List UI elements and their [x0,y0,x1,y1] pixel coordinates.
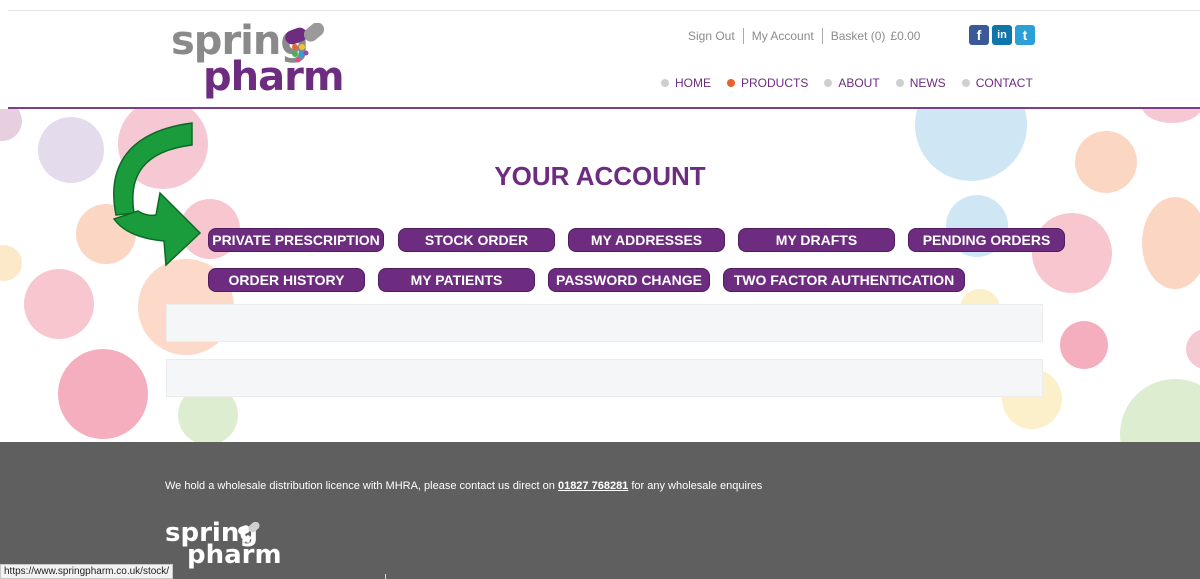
private-prescription-button[interactable]: PRIVATE PRESCRIPTION [209,229,383,251]
account-section: YOUR ACCOUNT PRIVATE PRESCRIPTION STOCK … [0,109,1200,442]
stock-order-button[interactable]: STOCK ORDER [399,229,554,251]
my-addresses-button[interactable]: MY ADDRESSES [569,229,724,251]
background-bubble [58,349,148,439]
background-bubble [24,269,94,339]
nav-news[interactable]: NEWS [895,76,946,90]
nav-dot-icon [961,79,970,87]
twitter-icon[interactable]: t [1015,25,1035,45]
wholesale-notice: We hold a wholesale distribution licence… [165,480,762,492]
background-bubble [1186,329,1200,369]
facebook-icon[interactable]: f [969,25,989,45]
springpharm-logo[interactable]: spring pharm [171,21,345,103]
nav-about[interactable]: ABOUT [824,76,880,90]
footer-logo-word-pharm: pharm [187,540,282,570]
nav-dot-icon [895,79,904,87]
nav-products[interactable]: PRODUCTS [727,76,808,90]
linkedin-icon[interactable]: in [992,25,1012,45]
main-nav: HOME PRODUCTS ABOUT NEWS CONTACT [661,76,1033,90]
content-panel [166,359,1043,397]
nav-label: ABOUT [838,76,880,90]
background-bubble [1142,109,1200,123]
background-bubble [1142,197,1200,289]
pending-orders-button[interactable]: PENDING ORDERS [909,229,1064,251]
site-header: spring pharm Sign Out My Account Basket … [8,11,1200,109]
social-links: f in t [969,25,1035,45]
browser-status-url: https://www.springpharm.co.uk/stock/ [0,564,174,579]
basket-total: £0.00 [890,29,921,43]
nav-dot-icon [824,79,833,87]
password-change-button[interactable]: PASSWORD CHANGE [549,269,709,291]
capsule-icon [238,522,260,543]
background-bubble [0,245,22,281]
divider [821,28,823,44]
sign-out-link[interactable]: Sign Out [688,29,735,43]
background-bubble [1032,213,1112,293]
order-history-button[interactable]: ORDER HISTORY [209,269,364,291]
nav-label: CONTACT [975,76,1033,90]
wholesale-notice-text-end: for any wholesale enquires [628,480,763,492]
footer-divider [385,574,386,579]
background-bubble [1060,321,1108,369]
capsule-icon [285,23,325,63]
green-arrow-icon [112,122,202,267]
nav-home[interactable]: HOME [661,76,711,90]
wholesale-notice-text: We hold a wholesale distribution licence… [165,480,558,492]
two-factor-authentication-button[interactable]: TWO FACTOR AUTHENTICATION [724,269,964,291]
logo-word-pharm: pharm [203,54,345,100]
nav-label: PRODUCTS [741,76,809,90]
divider [742,28,744,44]
site-footer: We hold a wholesale distribution licence… [0,442,1200,579]
my-account-link[interactable]: My Account [752,29,814,43]
account-links: Sign Out My Account Basket (0) £0.00 [688,28,920,44]
nav-dot-icon [661,79,669,87]
background-bubble [1120,379,1200,442]
nav-label: NEWS [909,76,946,90]
my-drafts-button[interactable]: MY DRAFTS [739,229,894,251]
content-panel [166,304,1043,342]
nav-label: HOME [675,76,711,90]
nav-contact[interactable]: CONTACT [961,76,1033,90]
phone-link[interactable]: 01827 768281 [558,480,628,492]
basket-link[interactable]: Basket (0) [831,29,886,43]
nav-dot-icon [727,79,735,87]
background-bubble [0,109,22,141]
my-patients-button[interactable]: MY PATIENTS [379,269,534,291]
